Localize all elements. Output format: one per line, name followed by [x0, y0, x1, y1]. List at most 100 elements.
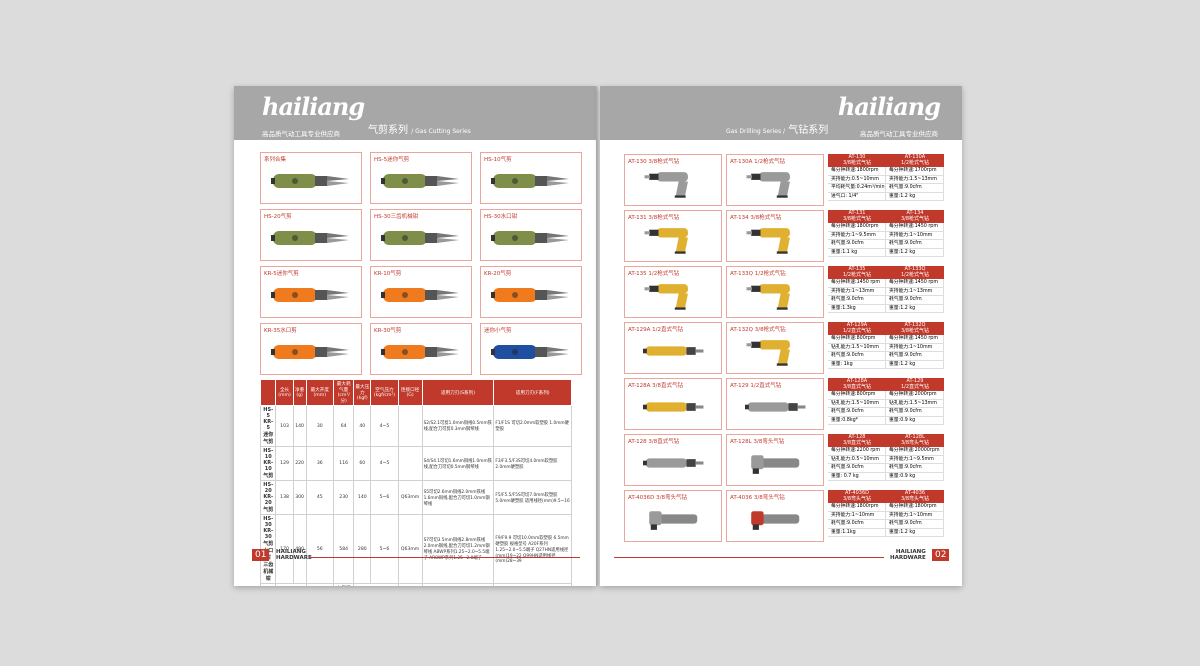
table-cell [397, 405, 423, 447]
spec-value: 每分钟转速:1800rpm [828, 167, 886, 175]
page-footer: 01 HAILIANG HARDWARE [234, 549, 596, 561]
table-cell: 4~5 [370, 446, 399, 481]
table-cell: 40 [353, 405, 372, 447]
product-tile: AT-135 1/2枪式气钻 [624, 266, 722, 318]
brand-logo: hailiang [262, 92, 365, 121]
series-en: / Gas Cutting Series [411, 128, 471, 135]
footer-brand: HAILIANG HARDWARE [890, 549, 926, 561]
spec-value: 每分钟转速:1450 rpm [886, 279, 944, 287]
table-cell: 36 [305, 446, 334, 481]
spec-value: 耗气量:9.0cfm [886, 352, 944, 360]
spec-value: 夹持能力:1.5~13mm [886, 175, 944, 183]
footer-rule [614, 557, 884, 558]
table-cell: HS-5 KR-5 迷你气剪 [259, 405, 277, 447]
table-row: 迷你气剪剪切厚度 2mm空转转速 3500rpm入气接头 1/4" N.P.T空… [259, 583, 572, 586]
spec-row: 耗气量:9.0cfm 耗气量:9.0cfm [828, 408, 944, 417]
shear-tool-image [381, 277, 461, 317]
shear-tool-image [271, 277, 351, 317]
table-cell: 剪刀长度 80mm [421, 583, 495, 586]
product-tile: AT-4036D 3/8弯头气钻 [624, 490, 722, 542]
spec-value: 耗气量:9.0cfm [886, 240, 944, 248]
product-tile: AT-130A 1/2枪式气钻 [726, 154, 824, 206]
spec-row: 每分钟转速:1450 rpm 每分钟转速:1450 rpm [828, 279, 944, 288]
page-header: hailiang 高品质气动工具专业供应商 气剪系列 / Gas Cutting… [234, 86, 596, 140]
spec-value: 每分钟转速:800rpm [828, 391, 886, 399]
drill-tool-image [643, 276, 705, 318]
table-header-cell [259, 379, 277, 406]
spec-value: 重量:1.2 kg [886, 304, 944, 312]
product-label: KR-10气剪 [374, 271, 402, 277]
drill-tool-image [643, 220, 705, 262]
page-number: 01 [252, 549, 270, 561]
shear-tool-image [271, 334, 351, 374]
drill-tool-image [643, 332, 705, 374]
table-cell: 空气压力 2500 [353, 583, 399, 586]
spec-value: 钻孔能力:1.5~10mm [828, 343, 886, 351]
drill-tool-image [745, 500, 807, 542]
drill-tool-image [643, 444, 705, 486]
spec-panel: AT-4036D 3/8弯头气钻 AT-4036 3/8弯头气钻 每分钟转速:180… [828, 490, 944, 537]
spec-row: 钻孔能力:1.5~10mm 夹持能力:1~10mm [828, 343, 944, 352]
brand-slogan: 高品质气动工具专业供应商 [860, 130, 938, 138]
shear-tool-image [271, 163, 351, 203]
spec-value: 耗气量:9.0cfm [886, 296, 944, 304]
product-tile: KR-35水口剪 [260, 323, 362, 375]
spec-row: 夹持能力:1~9.5mm 夹持能力:1~10mm [828, 231, 944, 240]
spec-model: AT-129A 1/2直式气钻 [842, 322, 872, 334]
product-tile: AT-129A 1/2直式气钻 [624, 322, 722, 374]
spec-row: 耗气量:9.0cfm 耗气量:9.0cfm [828, 240, 944, 249]
table-cell: 力矩剪刀时最大厚度17mm [493, 583, 572, 586]
spec-value: 夹持能力:1~9.5mm [828, 231, 886, 239]
spec-value: 每分钟转速:1450 rpm [886, 223, 944, 231]
table-cell: 45 [305, 480, 334, 515]
drill-tool-image [745, 444, 807, 486]
spec-row: 耗气量:9.0cfm 耗气量:9.0cfm [828, 520, 944, 529]
spec-value: 耗气量:9.0cfm [886, 184, 944, 192]
spec-value: 重量:1.2 kg [886, 528, 944, 536]
table-cell: 入气接头 1/4" N.P.T [332, 583, 355, 586]
table-cell: Q63mm [397, 480, 423, 515]
spec-value: 每分钟转速:1800rpm [828, 503, 886, 511]
table-cell: F1/F1S 可切2.0mm软塑胶 1.0mm硬塑胶 [493, 405, 572, 447]
table-cell: 64 [332, 405, 355, 447]
product-label: KR-20气剪 [484, 271, 512, 277]
table-cell: 30 [305, 405, 334, 447]
product-label: HS-30三齿机械钳 [374, 214, 419, 220]
product-tile: AT-128A 3/8直式气钻 [624, 378, 722, 430]
table-row: HS-20 KR-20 气剪 138 300 45 230 140 5~6 Q63mm S5可切… [259, 480, 572, 515]
drill-tool-image [643, 388, 705, 430]
table-cell: 空转转速 3500rpm [305, 583, 334, 586]
footer-brand-line2: HARDWARE [890, 555, 926, 561]
table-cell: 5~6 [370, 480, 399, 515]
spec-row: 重量:0.8kg* 重量:0.9 kg [828, 416, 944, 425]
spec-value: 夹持能力:1~10mm [886, 343, 944, 351]
footer-rule [310, 557, 580, 558]
spec-value: 每分钟转速:2000rpm [886, 391, 944, 399]
spec-value: 进气口: 1/4" [828, 192, 886, 200]
table-cell: 140 [292, 405, 307, 447]
spec-row: 每分钟转速:1800rpm 每分钟转速:1450 rpm [828, 223, 944, 232]
spec-value: 钻孔能力:1.5~13mm [886, 399, 944, 407]
spec-row: 重量:1.1 kg 重量:1.2 kg [828, 248, 944, 257]
brand-slogan: 高品质气动工具专业供应商 [262, 130, 340, 138]
spec-header: AT-128A 3/8直式气钻 AT-129 1/2直式气钻 [828, 378, 944, 391]
table-header-cell: 适用刀刃(S系列) [421, 379, 495, 406]
right-page: hailiang 高品质气动工具专业供应商 Gas Drilling Serie… [600, 86, 962, 586]
spec-value: 每分钟转速:1800rpm [828, 223, 886, 231]
table-cell: 140 [353, 480, 372, 515]
spec-row: 耗气量:9.0cfm 耗气量:9.0cfm [828, 296, 944, 305]
spec-model: AT-130 3/8枪式气钻 [842, 154, 872, 166]
product-tile: AT-129 1/2直式气钻 [726, 378, 824, 430]
product-tile: HS-5迷你气剪 [370, 152, 472, 204]
shear-tool-image [491, 220, 571, 260]
brand-logo: hailiang [837, 92, 941, 121]
spec-model: AT-133Q 1/2枪式气钻 [900, 266, 930, 278]
product-tile: AT-133Q 1/2枪式气钻 [726, 266, 824, 318]
product-tile: AT-132Q 3/8枪式气钻 [726, 322, 824, 374]
product-label: KR-30气剪 [374, 328, 402, 334]
product-tile: 迷你小气剪 [480, 323, 582, 375]
shear-tool-image [271, 220, 351, 260]
spec-value: 重量:1.3kg [828, 304, 886, 312]
spec-model: AT-128 3/8直式气钻 [842, 434, 872, 446]
spec-row: 重量:1.1kg 重量:1.2 kg [828, 528, 944, 537]
